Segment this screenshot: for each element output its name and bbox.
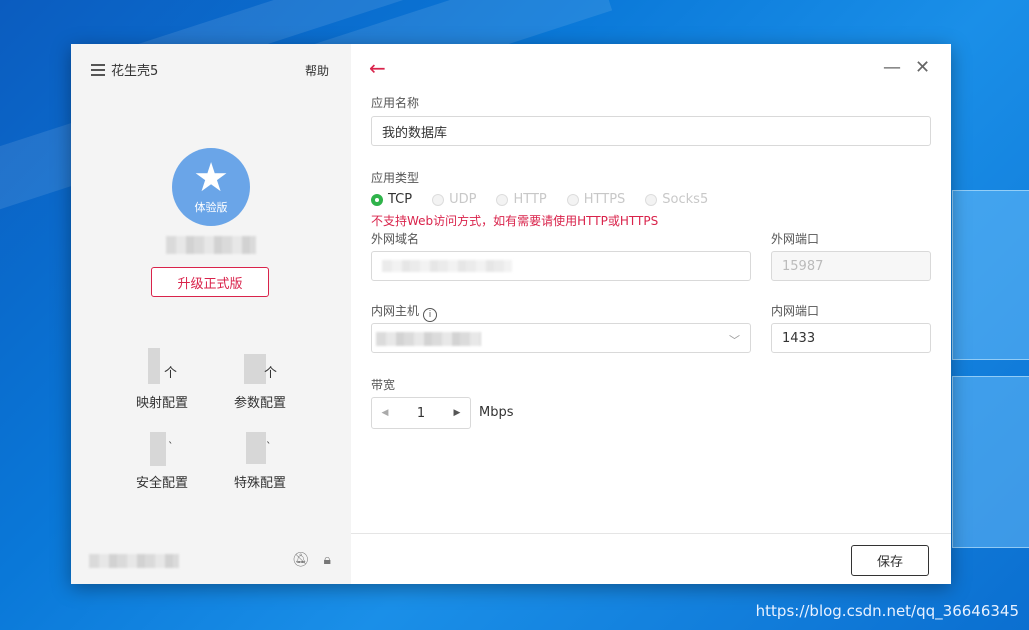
external-port-input[interactable]: 15987 [771,251,931,281]
radio-label: Socks5 [662,192,709,207]
redacted-domain [382,260,512,272]
internal-host-label: 内网主机 i [371,302,438,322]
sidebar: 花生壳5 帮助 ★ 体验版 升级正式版 个 映射配置 个 参数配置 ˋ 安全配置… [71,44,351,584]
external-port-value: 15987 [782,258,824,274]
upgrade-button[interactable]: 升级正式版 [151,267,269,297]
redacted-account-info [89,554,179,568]
bandwidth-value: 1 [416,405,426,421]
notification-icon[interactable]: 🔕︎ [292,552,310,568]
feature-label: 参数配置 [233,396,286,411]
app-window: 花生壳5 帮助 ★ 体验版 升级正式版 个 映射配置 个 参数配置 ˋ 安全配置… [71,44,951,584]
feature-special-config[interactable]: ˋ 特殊配置 [215,428,305,491]
info-icon[interactable]: i [423,308,438,322]
protocol-warning: 不支持Web访问方式，如有需要请使用HTTP或HTTPS [371,214,659,228]
sidebar-header: 花生壳5 [91,60,158,79]
radio-https[interactable]: HTTPS [566,192,626,207]
redacted-username [166,236,256,254]
special-icon: ˋ [240,428,280,468]
app-name-label: 应用名称 [371,96,420,110]
footer-divider [351,533,951,534]
bandwidth-stepper[interactable]: ◀ 1 ▶ [371,397,471,429]
save-button[interactable]: 保存 [851,545,929,576]
radio-udp[interactable]: UDP [432,192,476,207]
radio-label: HTTPS [583,192,626,207]
mapping-icon: 个 [142,348,182,388]
radio-dot [432,193,445,206]
main-panel: ← — ✕ 应用名称 我的数据库 应用类型 TCP UDP HTTP HTTPS… [351,44,951,584]
radio-dot [566,193,579,206]
radio-label: TCP [388,192,413,207]
radio-dot [496,193,509,206]
minimize-icon[interactable]: — [883,58,901,78]
star-icon: ★ [193,155,229,201]
app-name-value: 我的数据库 [382,125,448,141]
parameter-icon: 个 [240,348,280,388]
radio-dot [645,193,658,206]
bandwidth-label: 带宽 [371,378,396,392]
app-title: 花生壳5 [111,64,159,79]
external-domain-input[interactable] [371,251,751,281]
radio-tcp[interactable]: TCP [371,192,412,207]
feature-label: 安全配置 [135,476,188,491]
external-port-label: 外网端口 [771,232,820,246]
help-link[interactable]: 帮助 [305,62,329,79]
increment-icon[interactable]: ▶ [444,408,470,418]
radio-http[interactable]: HTTP [496,192,547,207]
feature-label: 映射配置 [135,396,188,411]
feature-parameter-config[interactable]: 个 参数配置 [215,348,305,411]
menu-icon[interactable] [91,64,105,76]
feature-label: 特殊配置 [233,476,286,491]
radio-dot [371,193,383,206]
security-icon: ˋ [142,428,182,468]
app-type-radio-group: TCP UDP HTTP HTTPS Socks5 [371,192,708,207]
internal-port-label: 内网端口 [771,304,820,318]
chevron-down-icon: ﹀ [729,334,740,347]
internal-port-value: 1433 [782,330,816,346]
radio-socks5[interactable]: Socks5 [645,192,708,207]
feature-mapping-config[interactable]: 个 映射配置 [117,348,207,411]
internal-port-input[interactable]: 1433 [771,323,931,353]
avatar[interactable]: ★ 体验版 [172,148,250,226]
radio-label: HTTP [513,192,547,207]
feature-security-config[interactable]: ˋ 安全配置 [117,428,207,491]
redacted-host [376,332,481,346]
trial-badge: 体验版 [194,201,228,214]
app-type-label: 应用类型 [371,171,420,185]
internal-host-label-text: 内网主机 [371,304,420,318]
internal-host-select[interactable]: ﹀ [371,323,751,353]
external-domain-label: 外网域名 [371,232,420,246]
lock-icon[interactable]: 🔒︎ [324,552,331,568]
windows-logo [952,190,1029,570]
bandwidth-unit: Mbps [479,405,514,420]
app-name-input[interactable]: 我的数据库 [371,116,931,146]
back-arrow-icon[interactable]: ← [369,56,386,80]
sidebar-footer: 🔕︎ 🔒︎ [292,552,331,568]
radio-label: UDP [449,192,477,207]
watermark: https://blog.csdn.net/qq_36646345 [755,602,1019,620]
close-icon[interactable]: ✕ [915,58,930,78]
decrement-icon[interactable]: ◀ [372,408,398,418]
